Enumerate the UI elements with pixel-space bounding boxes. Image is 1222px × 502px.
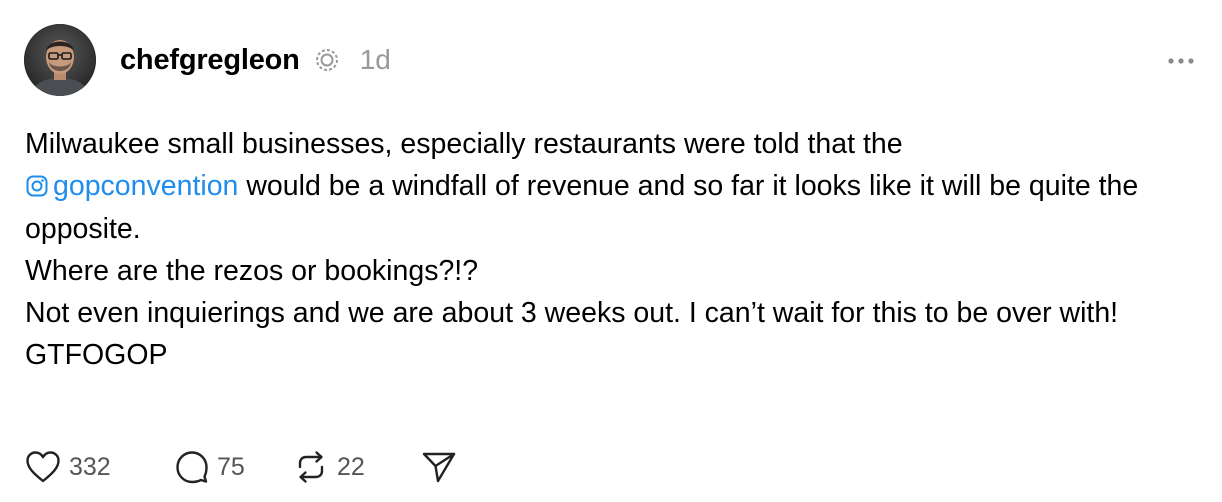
post-header: chefgregleon 1d [120,40,391,80]
comment-count: 75 [217,452,245,481]
mention-link[interactable]: gopconvention [25,170,238,202]
username[interactable]: chefgregleon [120,44,300,77]
repost-count: 22 [337,452,365,481]
post-text-line: Milwaukee small businesses, especially r… [25,128,903,160]
post-text-line: Where are the rezos or bookings?!? [25,254,479,287]
more-horizontal-icon [1168,58,1194,64]
like-count: 332 [69,452,111,481]
more-options-button[interactable] [1164,48,1198,74]
mention-text: gopconvention [53,170,239,203]
post-text-line: Not even inquierings and we are about 3 … [25,297,1119,330]
share-button[interactable] [421,450,461,484]
post-text: Milwaukee small businesses, especially r… [25,123,1200,377]
threads-badge-icon [314,47,340,73]
avatar-photo [24,24,96,96]
send-icon [422,452,456,483]
instagram-icon [25,168,49,197]
heart-icon [26,451,60,483]
post-actions: 332 75 22 [25,447,461,487]
like-button[interactable]: 332 [25,450,175,484]
post-text-line: gopconvention would be a windfall of rev… [25,165,1200,250]
repost-button[interactable]: 22 [293,450,421,484]
comment-icon [176,451,208,484]
post-card: chefgregleon 1d Milwaukee small business… [0,0,1222,502]
post-text-line: GTFOGOP [25,339,168,372]
post-timestamp: 1d [359,44,391,75]
avatar[interactable] [24,24,96,96]
comment-button[interactable]: 75 [175,450,293,484]
repost-icon [298,451,324,483]
